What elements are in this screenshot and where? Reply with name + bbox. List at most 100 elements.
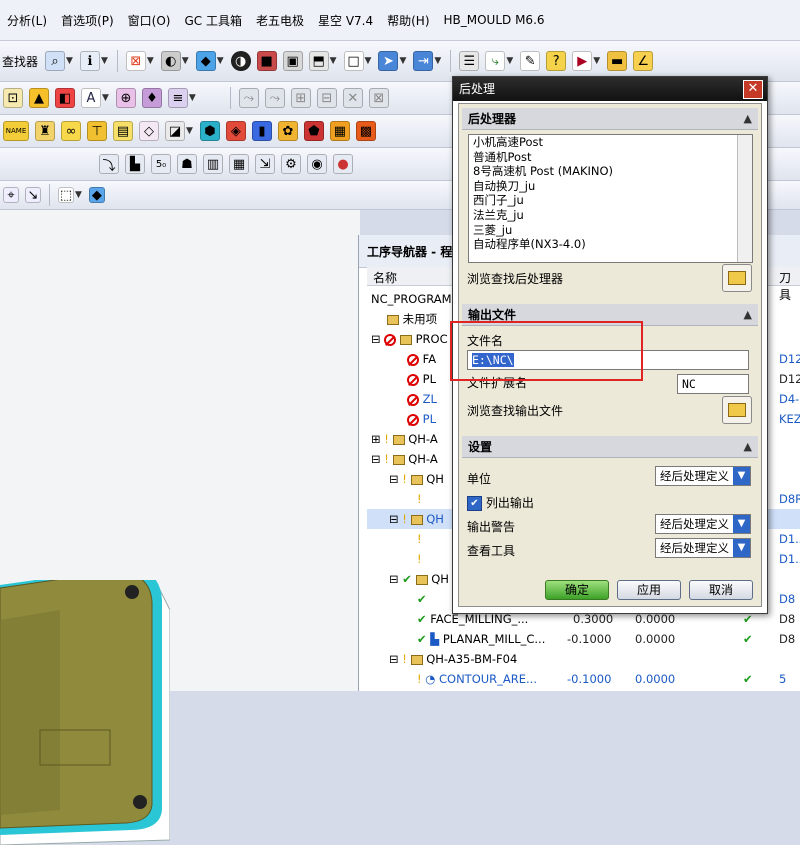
figure-icon[interactable]: ✿ (277, 121, 298, 141)
op-icon-1[interactable]: ⤳ (238, 88, 259, 108)
op-icon-4[interactable]: ⊟ (316, 88, 337, 108)
array-icon[interactable]: ▩ (355, 121, 376, 141)
menu-laowu-electrode[interactable]: 老五电极 (249, 12, 311, 29)
tree-row[interactable]: ✔ ▙ PLANAR_MILL_C... -0.1000 0.0000 ✔ D8 (367, 629, 800, 649)
info-icon[interactable]: ℹ (79, 51, 100, 71)
menu-gc-toolbox[interactable]: GC 工具箱 (177, 12, 249, 29)
op-icon-6[interactable]: ⊠ (368, 88, 389, 108)
list-item[interactable]: 法兰克_ju (469, 208, 752, 223)
assembly-icon[interactable]: ♦ (141, 88, 162, 108)
menu-hb-mould[interactable]: HB_MOULD M6.6 (437, 13, 552, 27)
chevron-down-icon[interactable]: ▼ (733, 515, 750, 533)
chevron-down-icon[interactable]: ▼ (182, 56, 189, 66)
cancel-button[interactable]: 取消 (689, 580, 753, 600)
list-output-row[interactable]: ✔ 列出输出 (467, 494, 534, 511)
dialog-titlebar[interactable]: 后处理 ✕ (453, 77, 767, 101)
op-table-icon[interactable]: ▥ (203, 154, 223, 174)
op-50-icon[interactable]: 5₀ (151, 154, 171, 174)
finder-label[interactable]: 查找器 (2, 53, 38, 70)
angle-icon[interactable]: ∠ (633, 51, 654, 71)
layers-icon[interactable]: ≡ (167, 88, 188, 108)
list-item[interactable]: 三菱_ju (469, 223, 752, 238)
browse-post-button[interactable] (722, 264, 752, 292)
apply-button[interactable]: 应用 (617, 580, 681, 600)
op-export-icon[interactable]: ⇲ (255, 154, 275, 174)
op-tool-icon[interactable]: ⚙ (281, 154, 301, 174)
chevron-up-icon[interactable]: ▲ (744, 108, 752, 130)
chevron-down-icon[interactable]: ▼ (399, 56, 406, 66)
chevron-down-icon[interactable]: ▼ (75, 190, 82, 200)
menu-analysis[interactable]: 分析(L) (0, 12, 54, 29)
pen-icon[interactable]: ✎ (520, 51, 541, 71)
column-tool-header[interactable]: 刀具 (779, 269, 800, 303)
section-cube-icon[interactable]: ⬒ (308, 51, 329, 71)
finder-icon[interactable]: ⌕ (45, 51, 66, 71)
shaded-icon[interactable]: ◑ (230, 51, 251, 71)
name-icon[interactable]: NAME (3, 121, 29, 141)
color-icon[interactable]: ◧ (55, 88, 75, 108)
arrow-right-icon[interactable]: ▶ (572, 51, 593, 71)
chevron-up-icon[interactable]: ▲ (744, 304, 752, 326)
snap-icon[interactable]: ↘ (25, 187, 41, 203)
review-tool-select[interactable]: 经后处理定义 ▼ (655, 538, 751, 558)
solid-red-icon[interactable]: ■ (256, 51, 277, 71)
shape-icon[interactable]: ◪ (165, 121, 185, 141)
rectangle-icon[interactable]: □ (343, 51, 364, 71)
postprocessor-section-header[interactable]: 后处理器 ▲ (462, 108, 758, 130)
list-item[interactable]: 小机高速Post (469, 135, 752, 150)
chevron-down-icon[interactable]: ▼ (593, 56, 600, 66)
solid-cube-icon[interactable]: ◆ (88, 187, 105, 203)
chevron-up-icon[interactable]: ▲ (744, 436, 752, 458)
close-icon[interactable]: ✕ (743, 80, 763, 99)
tree-row[interactable]: ! ◔ CONTOUR_ARE... -0.1000 0.0000 ✔ 5 (367, 669, 800, 689)
chevron-down-icon[interactable]: ▼ (101, 56, 108, 66)
list-item[interactable]: 8号高速机 Post (MAKINO) (469, 164, 752, 179)
menu-preferences[interactable]: 首选项(P) (54, 12, 121, 29)
triangle-icon[interactable]: ▲ (29, 88, 49, 108)
glasses-icon[interactable]: ∞ (61, 121, 81, 141)
document-icon[interactable]: ▤ (113, 121, 133, 141)
chevron-down-icon[interactable]: ▼ (102, 93, 109, 103)
layer-icon[interactable]: ☰ (459, 51, 480, 71)
chevron-down-icon[interactable]: ▼ (186, 126, 193, 136)
op-verify-icon[interactable]: ◉ (307, 154, 327, 174)
op-icon-2[interactable]: ⤳ (264, 88, 285, 108)
settings-section-header[interactable]: 设置 ▲ (462, 436, 758, 458)
brush-icon[interactable]: ♜ (35, 121, 55, 141)
chevron-down-icon[interactable]: ▼ (365, 56, 372, 66)
grid-icon[interactable]: ⊕ (115, 88, 136, 108)
cube-view-icon[interactable]: ◆ (195, 51, 216, 71)
wireframe-cube-icon[interactable]: ▣ (282, 51, 303, 71)
unit-select[interactable]: 经后处理定义 ▼ (655, 466, 751, 486)
list-item[interactable]: 普通机Post (469, 150, 752, 165)
menu-help[interactable]: 帮助(H) (380, 12, 436, 29)
box-cyan-icon[interactable]: ⬢ (199, 121, 220, 141)
tool-holder-icon[interactable]: ⊤ (87, 121, 107, 141)
select-filter-icon[interactable]: ⌖ (3, 187, 19, 203)
list-item[interactable]: 自动程序单(NX3-4.0) (469, 237, 752, 252)
shapes-icon[interactable]: ◈ (225, 121, 246, 141)
bar-chart-icon[interactable]: ▮ (251, 121, 272, 141)
chevron-down-icon[interactable]: ▼ (147, 56, 154, 66)
chevron-down-icon[interactable]: ▼ (434, 56, 441, 66)
chevron-down-icon[interactable]: ▼ (733, 467, 750, 485)
op-machine-icon[interactable]: ☗ (177, 154, 197, 174)
op-icon-3[interactable]: ⊞ (290, 88, 311, 108)
list-output-checkbox[interactable]: ✔ (467, 496, 482, 511)
op-grid-icon[interactable]: ▦ (229, 154, 249, 174)
move-icon[interactable]: ➤ (378, 51, 399, 71)
sketch-icon[interactable]: ⊡ (3, 88, 23, 108)
browse-output-button[interactable] (722, 396, 752, 424)
extension-input[interactable]: NC (677, 374, 749, 394)
op-record-icon[interactable]: ● (333, 154, 353, 174)
tree-icon[interactable]: ⤷ (485, 51, 506, 71)
graphics-viewport[interactable] (0, 210, 360, 845)
menu-xingkong[interactable]: 星空 V7.4 (311, 12, 380, 29)
text-style-icon[interactable]: A (81, 88, 101, 108)
chevron-down-icon[interactable]: ▼ (330, 56, 337, 66)
help-face-icon[interactable]: ? (546, 51, 567, 71)
chevron-down-icon[interactable]: ▼ (189, 93, 196, 103)
transform-icon[interactable]: ⇥ (413, 51, 434, 71)
list-scrollbar[interactable] (737, 135, 752, 262)
op-program-icon[interactable]: ▙ (125, 154, 145, 174)
